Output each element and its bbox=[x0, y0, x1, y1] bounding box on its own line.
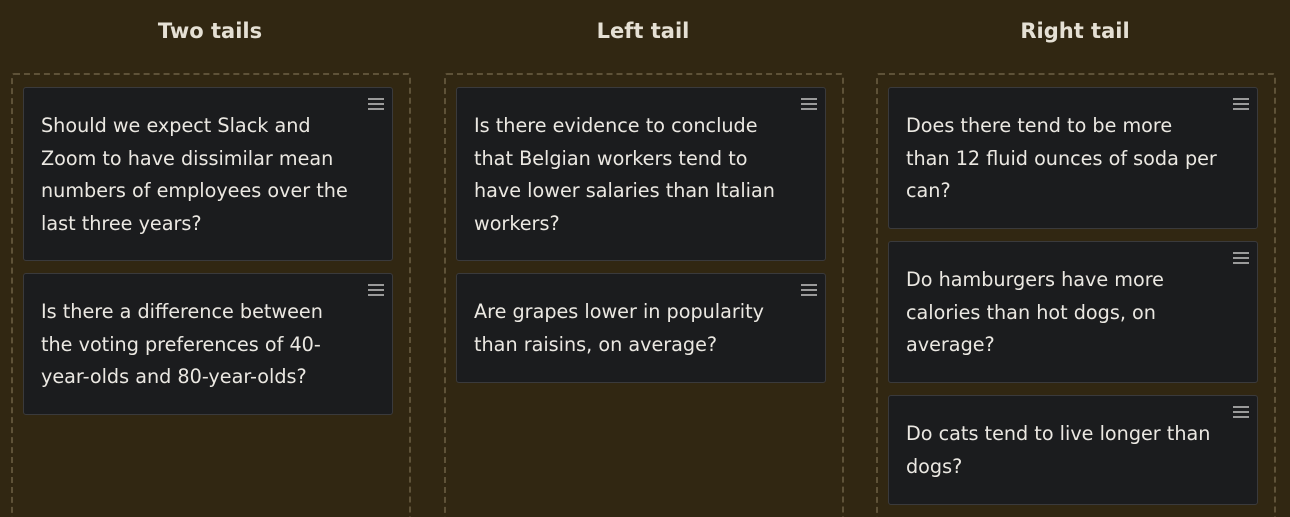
drag-handle-icon[interactable] bbox=[801, 284, 817, 296]
column-two-tails: Two tails Should we expect Slack and Zoo… bbox=[11, 0, 411, 517]
card-text: Do hamburgers have more calories than ho… bbox=[906, 268, 1164, 356]
column-left-tail: Left tail Is there evidence to conclude … bbox=[444, 0, 844, 517]
question-card[interactable]: Are grapes lower in popularity than rais… bbox=[456, 273, 826, 383]
question-card[interactable]: Is there a difference between the voting… bbox=[23, 273, 393, 415]
column-title: Two tails bbox=[157, 19, 263, 43]
drag-handle-icon[interactable] bbox=[801, 98, 817, 110]
card-text: Should we expect Slack and Zoom to have … bbox=[41, 114, 348, 235]
card-text: Do cats tend to live longer than dogs? bbox=[906, 422, 1211, 478]
drag-handle-icon[interactable] bbox=[368, 284, 384, 296]
card-text: Is there a difference between the voting… bbox=[41, 300, 323, 388]
question-card[interactable]: Should we expect Slack and Zoom to have … bbox=[23, 87, 393, 261]
card-text: Is there evidence to conclude that Belgi… bbox=[474, 114, 775, 235]
card-text: Are grapes lower in popularity than rais… bbox=[474, 300, 764, 356]
question-card[interactable]: Is there evidence to conclude that Belgi… bbox=[456, 87, 826, 261]
drag-handle-icon[interactable] bbox=[1233, 252, 1249, 264]
question-card[interactable]: Do hamburgers have more calories than ho… bbox=[888, 241, 1258, 383]
question-card[interactable]: Does there tend to be more than 12 fluid… bbox=[888, 87, 1258, 229]
question-card[interactable]: Do cats tend to live longer than dogs? bbox=[888, 395, 1258, 505]
column-title: Left tail bbox=[596, 19, 690, 43]
card-text: Does there tend to be more than 12 fluid… bbox=[906, 114, 1217, 202]
column-right-tail: Right tail Does there tend to be more th… bbox=[876, 0, 1276, 517]
drag-handle-icon[interactable] bbox=[368, 98, 384, 110]
column-title: Right tail bbox=[1020, 19, 1130, 43]
drag-handle-icon[interactable] bbox=[1233, 98, 1249, 110]
sorting-board: Two tails Should we expect Slack and Zoo… bbox=[0, 0, 1290, 517]
drag-handle-icon[interactable] bbox=[1233, 406, 1249, 418]
